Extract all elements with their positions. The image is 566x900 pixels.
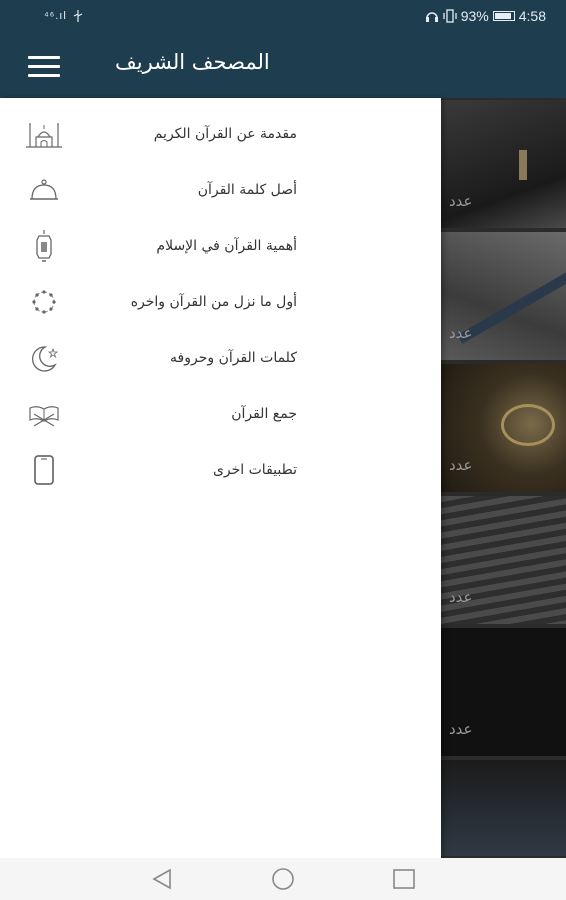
card-label: عدد xyxy=(449,192,473,210)
signal-indicator: ⁴⁶.ıl xyxy=(44,10,67,22)
background-content: عدد عدد عدد عدد عدد xyxy=(441,98,566,858)
background-card[interactable] xyxy=(441,760,566,856)
drawer-item-words-letters[interactable]: كلمات القرآن وحروفه xyxy=(0,330,441,386)
quran-stand-icon xyxy=(24,394,64,434)
prayer-beads-icon xyxy=(24,282,64,322)
drawer-item-other-apps[interactable]: تطبيقات اخرى xyxy=(0,442,441,498)
battery-percent: 93% xyxy=(460,8,489,24)
drawer-item-introduction[interactable]: مقدمة عن القرآن الكريم xyxy=(0,106,441,162)
drawer-item-label: تطبيقات اخرى xyxy=(212,462,297,478)
card-label: عدد xyxy=(449,324,473,342)
status-bar: ⁴⁶.ıl 93% 4:58 xyxy=(0,0,566,36)
background-card[interactable]: عدد xyxy=(441,232,566,360)
drawer-item-label: أهمية القرآن في الإسلام xyxy=(156,238,297,254)
clock: 4:58 xyxy=(518,8,546,24)
drawer-item-label: كلمات القرآن وحروفه xyxy=(170,350,297,366)
app-title: المصحف الشريف xyxy=(115,50,270,74)
card-label: عدد xyxy=(449,720,473,738)
app-bar: المصحف الشريف xyxy=(0,36,566,98)
drawer-item-label: مقدمة عن القرآن الكريم xyxy=(153,126,297,142)
navigation-drawer: مقدمة عن القرآن الكريم أصل كلمة القرآن أ… xyxy=(0,98,441,858)
drawer-item-importance[interactable]: أهمية القرآن في الإسلام xyxy=(0,218,441,274)
drawer-item-label: أول ما نزل من القرآن واخره xyxy=(130,294,297,310)
phone-icon xyxy=(24,450,64,490)
back-triangle-icon[interactable] xyxy=(148,866,176,892)
background-card[interactable]: عدد xyxy=(441,364,566,492)
recents-square-icon[interactable] xyxy=(390,866,418,892)
service-bell-icon xyxy=(24,170,64,210)
card-label: عدد xyxy=(449,456,473,474)
home-circle-icon[interactable] xyxy=(269,866,297,892)
headphones-icon xyxy=(425,12,438,22)
background-card[interactable]: عدد xyxy=(441,496,566,624)
drawer-item-compilation[interactable]: جمع القرآن xyxy=(0,386,441,442)
usb-icon xyxy=(73,10,83,22)
drawer-item-first-last-revealed[interactable]: أول ما نزل من القرآن واخره xyxy=(0,274,441,330)
drawer-item-label: أصل كلمة القرآن xyxy=(197,182,297,198)
status-left-icons: ⁴⁶.ıl xyxy=(44,10,83,22)
card-label: عدد xyxy=(449,588,473,606)
hamburger-menu-icon[interactable] xyxy=(28,54,60,80)
crescent-star-icon xyxy=(24,338,64,378)
battery-icon xyxy=(492,11,515,21)
lantern-icon xyxy=(24,226,64,266)
drawer-item-label: جمع القرآن xyxy=(231,406,297,422)
drawer-item-word-origin[interactable]: أصل كلمة القرآن xyxy=(0,162,441,218)
system-navigation-bar xyxy=(0,858,566,900)
background-card[interactable]: عدد xyxy=(441,628,566,756)
status-right-icons: 93% 4:58 xyxy=(425,8,546,24)
background-card[interactable]: عدد xyxy=(441,100,566,228)
mosque-icon xyxy=(24,114,64,154)
vibrate-icon xyxy=(443,9,457,23)
